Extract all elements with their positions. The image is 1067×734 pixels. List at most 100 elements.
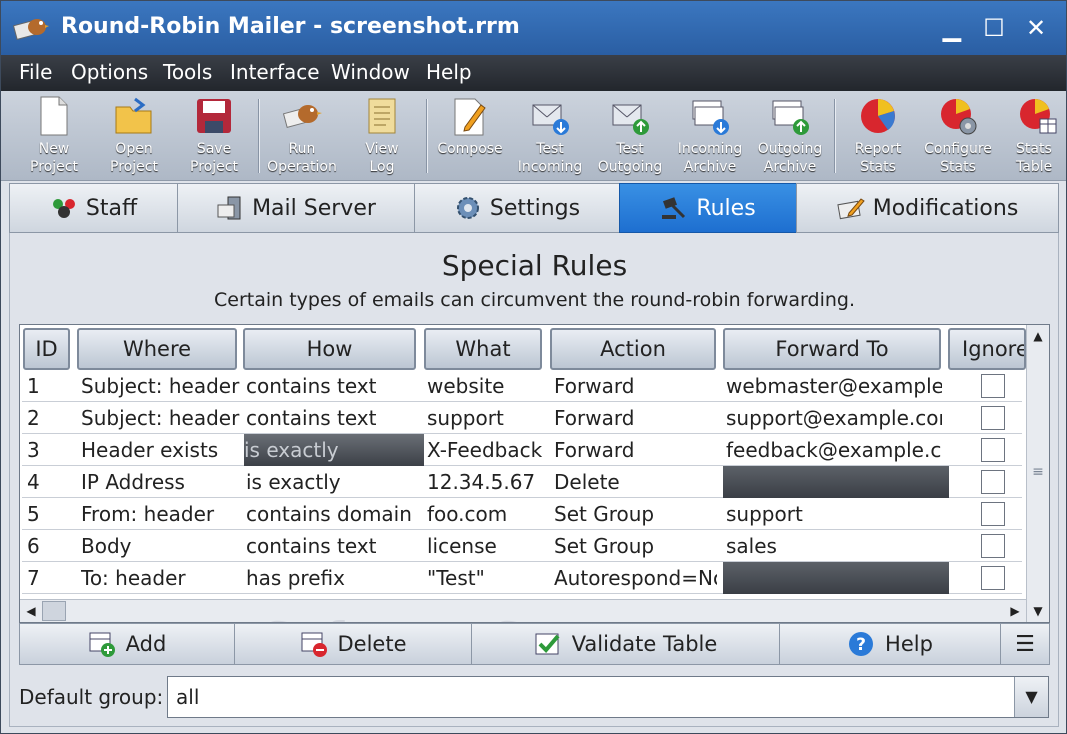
cell-action[interactable]: Delete (554, 466, 717, 498)
cell-what[interactable]: support (427, 402, 549, 434)
cell-action[interactable]: Autorespond=No (554, 562, 717, 594)
cell-where[interactable]: To: header (81, 562, 243, 594)
cell-how[interactable]: contains text (246, 530, 424, 562)
cell-how[interactable]: has prefix (246, 562, 424, 594)
cell-id[interactable]: 7 (27, 562, 72, 594)
ignore-checkbox[interactable] (981, 374, 1005, 398)
cell-forward-to[interactable]: support@example.con (726, 402, 942, 434)
test-outgoing-button[interactable]: Test Outgoing (590, 95, 670, 177)
cell-what[interactable]: X-Feedback (427, 434, 549, 466)
cell-where[interactable]: IP Address (81, 466, 243, 498)
test-incoming-button[interactable]: Test Incoming (510, 95, 590, 177)
menu-options[interactable]: Options (71, 60, 148, 84)
ignore-checkbox[interactable] (981, 438, 1005, 462)
column-header-id[interactable]: ID (23, 328, 70, 370)
cell-action[interactable]: Set Group (554, 530, 717, 562)
ignore-checkbox[interactable] (981, 406, 1005, 430)
cell-where[interactable]: From: header (81, 498, 243, 530)
minimize-button[interactable]: ▁ (935, 13, 969, 43)
ignore-checkbox[interactable] (981, 534, 1005, 558)
cell-how[interactable]: contains domain (246, 498, 424, 530)
menu-interface[interactable]: Interface (230, 60, 320, 84)
cell-where[interactable]: Body (81, 530, 243, 562)
scroll-left-arrow[interactable]: ◀ (20, 600, 42, 622)
cell-forward-to[interactable]: support (726, 498, 942, 530)
cell-action[interactable]: Set Group (554, 498, 717, 530)
cell-what[interactable]: foo.com (427, 498, 549, 530)
help-button[interactable]: ? Help (779, 623, 1001, 665)
incoming-archive-button[interactable]: Incoming Archive (670, 95, 750, 177)
validate-table-button[interactable]: Validate Table (471, 623, 780, 665)
scroll-up-arrow[interactable]: ▲ (1027, 325, 1049, 347)
report-stats-button[interactable]: Report Stats (838, 95, 918, 177)
cell-id[interactable]: 3 (27, 434, 72, 466)
table-row[interactable]: 3 Header exists is exactly X-Feedback Fo… (22, 434, 1022, 466)
cell-id[interactable]: 6 (27, 530, 72, 562)
table-row[interactable]: 6 Body contains text license Set Group s… (22, 530, 1022, 562)
cell-id[interactable]: 1 (27, 370, 72, 402)
cell-id[interactable]: 2 (27, 402, 72, 434)
tab-modifications[interactable]: Modifications (796, 183, 1059, 233)
menu-help[interactable]: Help (426, 60, 472, 84)
close-button[interactable]: ✕ (1019, 13, 1053, 43)
table-row[interactable]: 2 Subject: header contains text support … (22, 402, 1022, 434)
cell-forward-to[interactable]: webmaster@example.c (726, 370, 942, 402)
menu-tools[interactable]: Tools (163, 60, 212, 84)
vertical-scrollbar[interactable]: ▲ ≡ ▼ (1026, 325, 1049, 622)
column-header-what[interactable]: What (424, 328, 542, 370)
stats-table-button[interactable]: Stats Table (998, 95, 1067, 177)
tab-settings[interactable]: Settings (414, 183, 620, 233)
cell-id[interactable]: 5 (27, 498, 72, 530)
table-row[interactable]: 7 To: header has prefix "Test" Autorespo… (22, 562, 1022, 594)
compose-button[interactable]: Compose (430, 95, 510, 177)
delete-button[interactable]: Delete (234, 623, 472, 665)
cell-id[interactable]: 4 (27, 466, 72, 498)
column-header-where[interactable]: Where (77, 328, 237, 370)
more-options-menu-button[interactable]: ☰ (1000, 623, 1050, 665)
dropdown-arrow-icon[interactable]: ▼ (1014, 677, 1048, 717)
cell-action[interactable]: Forward (554, 402, 717, 434)
table-row[interactable]: 5 From: header contains domain foo.com S… (22, 498, 1022, 530)
cell-where[interactable]: Header exists (81, 434, 243, 466)
cell-forward-to[interactable]: sales (726, 530, 942, 562)
configure-stats-button[interactable]: Configure Stats (918, 95, 998, 177)
column-header-ignore[interactable]: Ignore (948, 328, 1026, 370)
menu-window[interactable]: Window (331, 60, 410, 84)
tab-rules[interactable]: Rules (619, 183, 797, 233)
cell-how[interactable]: contains text (246, 370, 424, 402)
open-project-button[interactable]: Open Project (94, 95, 174, 177)
title-bar[interactable]: Round-Robin Mailer - screenshot.rrm ▁ ☐ … (1, 1, 1066, 55)
horizontal-scroll-thumb[interactable] (42, 601, 66, 621)
cell-where[interactable]: Subject: header (81, 370, 243, 402)
horizontal-scrollbar[interactable]: ◀ ▶ (20, 599, 1026, 622)
cell-what[interactable]: website (427, 370, 549, 402)
column-header-action[interactable]: Action (550, 328, 716, 370)
cell-how[interactable]: contains text (246, 402, 424, 434)
add-button[interactable]: Add (19, 623, 235, 665)
cell-forward-to[interactable]: feedback@example.co (726, 434, 942, 466)
cell-how[interactable]: is exactly (246, 466, 424, 498)
view-log-button[interactable]: View Log (342, 95, 422, 177)
maximize-button[interactable]: ☐ (977, 13, 1011, 43)
column-header-forward-to[interactable]: Forward To (723, 328, 941, 370)
table-row[interactable]: 1 Subject: header contains text website … (22, 370, 1022, 402)
ignore-checkbox[interactable] (981, 470, 1005, 494)
scroll-right-arrow[interactable]: ▶ (1004, 600, 1026, 622)
table-row[interactable]: 4 IP Address is exactly 12.34.5.67 Delet… (22, 466, 1022, 498)
run-operation-button[interactable]: Run Operation (262, 95, 342, 177)
cell-what[interactable]: "Test" (427, 562, 549, 594)
cell-what[interactable]: license (427, 530, 549, 562)
ignore-checkbox[interactable] (981, 566, 1005, 590)
tab-staff[interactable]: Staff (9, 183, 178, 233)
default-group-select[interactable]: all ▼ (167, 676, 1049, 718)
cell-how-selected[interactable]: is exactly (244, 434, 424, 466)
tab-mail-server[interactable]: Mail Server (177, 183, 415, 233)
cell-what[interactable]: 12.34.5.67 (427, 466, 549, 498)
column-header-how[interactable]: How (243, 328, 416, 370)
outgoing-archive-button[interactable]: Outgoing Archive (750, 95, 830, 177)
menu-file[interactable]: File (19, 60, 52, 84)
ignore-checkbox[interactable] (981, 502, 1005, 526)
scroll-thumb-grip-icon[interactable]: ≡ (1027, 461, 1049, 483)
scroll-down-arrow[interactable]: ▼ (1027, 600, 1049, 622)
new-project-button[interactable]: New Project (14, 95, 94, 177)
